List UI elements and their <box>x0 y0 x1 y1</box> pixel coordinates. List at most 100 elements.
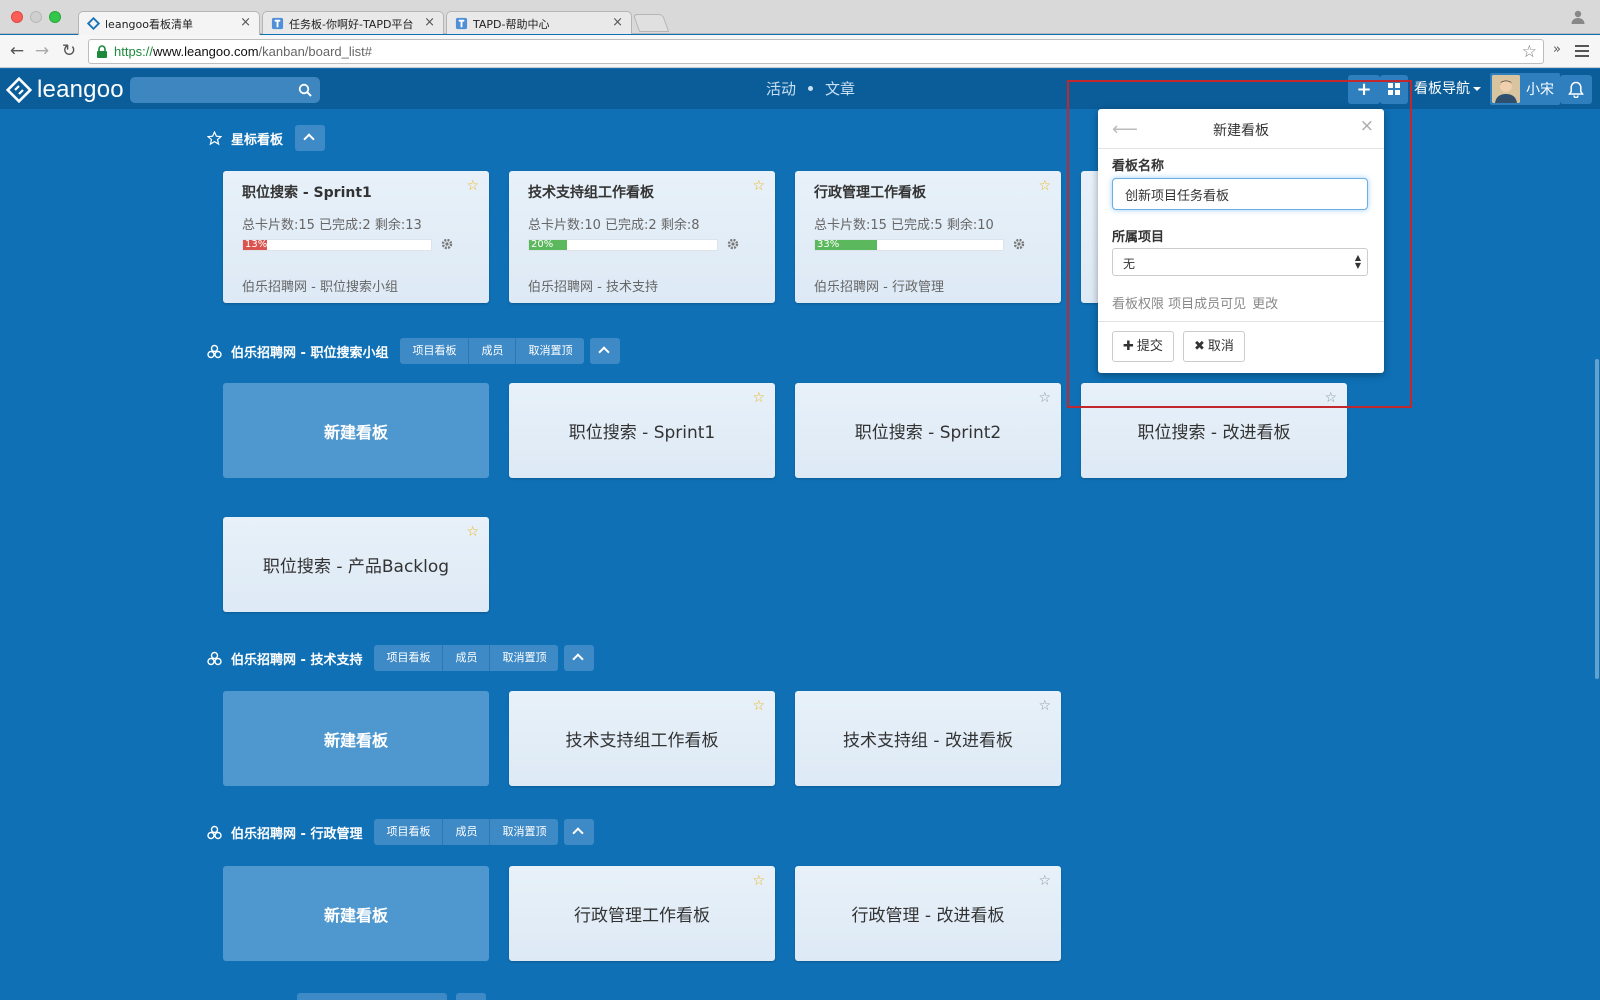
url-text: https://www.leangoo.com/kanban/board_lis… <box>114 44 372 59</box>
popover-title: 新建看板 <box>1213 123 1269 139</box>
search-box <box>130 77 320 103</box>
board-stats: 总卡片数:10 已完成:2 剩余:8 <box>528 218 700 233</box>
notifications-button[interactable] <box>1560 75 1592 104</box>
star-filled-icon[interactable]: ☆ <box>752 698 765 714</box>
close-icon[interactable]: × <box>1360 116 1374 136</box>
project-select-value: 无 <box>1123 257 1136 271</box>
board-name-label: 看板名称 <box>1112 159 1165 174</box>
nav-articles-link[interactable]: 文章 <box>825 78 855 99</box>
board-card[interactable]: 职位搜索 - Sprint2 ☆ <box>795 383 1061 478</box>
browser-tab-tapd-help[interactable]: TAPD-帮助中心 × <box>446 11 632 34</box>
collapse-button[interactable] <box>564 819 595 845</box>
collapse-button[interactable] <box>564 645 595 671</box>
scrollbar-thumb[interactable] <box>1595 359 1599 679</box>
profile-icon[interactable] <box>1570 9 1586 25</box>
star-outline-icon[interactable]: ☆ <box>1038 390 1051 406</box>
search-icon[interactable] <box>298 83 312 97</box>
board-card[interactable]: 技术支持组 - 改进看板 ☆ <box>795 691 1061 786</box>
bell-icon <box>1568 81 1584 99</box>
starred-board-card[interactable]: 技术支持组工作看板 ☆ 总卡片数:10 已完成:2 剩余:8 20% 伯乐招聘网… <box>509 171 775 303</box>
project-select[interactable]: 无 ▲ ▼ <box>1112 248 1368 276</box>
star-filled-icon[interactable]: ☆ <box>752 390 765 406</box>
board-stats: 总卡片数:15 已完成:2 剩余:13 <box>242 218 422 233</box>
star-outline-icon[interactable]: ☆ <box>1038 873 1051 889</box>
board-card[interactable]: 职位搜索 - Sprint1 ☆ <box>509 383 775 478</box>
browser-tab-leangoo[interactable]: leangoo看板清单 × <box>78 11 260 35</box>
leangoo-logo[interactable]: leangoo <box>6 75 124 105</box>
browser-menu-icon[interactable] <box>1575 45 1589 57</box>
url-field[interactable]: https://www.leangoo.com/kanban/board_lis… <box>88 39 1544 64</box>
board-title: 技术支持组工作看板 <box>565 731 719 751</box>
collapse-button[interactable] <box>590 338 621 364</box>
project-boards-button[interactable]: 项目看板 <box>374 645 444 671</box>
submit-button[interactable]: ✚ 提交 <box>1112 331 1174 362</box>
gear-icon[interactable] <box>441 238 453 250</box>
new-tab-button[interactable] <box>632 14 670 32</box>
unpin-button[interactable]: 取消置顶 <box>490 819 558 845</box>
avatar <box>1492 75 1520 103</box>
nav-separator-dot <box>808 86 814 91</box>
new-board-card[interactable]: 新建看板 <box>223 866 489 961</box>
nav-activity-link[interactable]: 活动 <box>766 78 796 99</box>
tab-close-icon[interactable]: × <box>424 15 435 30</box>
browser-tabbar: leangoo看板清单 × 任务板-你啊好-TAPD平台 × TAPD-帮助中心… <box>0 0 1600 35</box>
starred-board-card[interactable]: 职位搜索 - Sprint1 ☆ 总卡片数:15 已完成:2 剩余:13 13%… <box>223 171 489 303</box>
window-zoom-button[interactable] <box>49 11 61 23</box>
window-minimize-button[interactable] <box>30 11 42 23</box>
window-close-button[interactable] <box>11 11 23 23</box>
section-button-group: 项目看板 成员 取消置顶 <box>374 645 559 671</box>
back-arrow-icon[interactable]: ← <box>8 42 26 60</box>
star-filled-icon[interactable]: ☆ <box>466 178 479 194</box>
chevron-up-icon <box>572 827 585 839</box>
permission-info: 看板权限 项目成员可见 更改 <box>1112 293 1278 312</box>
change-permission-link[interactable]: 更改 <box>1252 297 1278 312</box>
tab-close-icon[interactable]: × <box>612 15 623 30</box>
new-board-card[interactable]: 新建看板 <box>223 691 489 786</box>
starred-section-header: 星标看板 <box>207 124 326 152</box>
gear-icon[interactable] <box>1013 238 1025 250</box>
project-boards-button[interactable]: 项目看板 <box>374 819 444 845</box>
star-filled-icon[interactable]: ☆ <box>752 873 765 889</box>
new-board-label: 新建看板 <box>323 422 388 442</box>
next-section-collapse-partial <box>456 993 486 1000</box>
project-section-header: 伯乐招聘网 - 技术支持 项目看板 成员 取消置顶 <box>207 644 595 672</box>
members-button[interactable]: 成员 <box>469 338 517 364</box>
browser-tab-tapd-task[interactable]: 任务板-你啊好-TAPD平台 × <box>262 11 444 34</box>
cancel-label: 取消 <box>1207 339 1234 354</box>
star-filled-icon[interactable]: ☆ <box>752 178 765 194</box>
star-filled-icon[interactable]: ☆ <box>466 524 479 540</box>
collapse-button[interactable] <box>295 125 326 151</box>
reload-icon[interactable]: ↻ <box>60 42 78 60</box>
forward-arrow-icon[interactable]: → <box>33 42 51 60</box>
members-button[interactable]: 成员 <box>443 819 491 845</box>
chevron-up-icon <box>572 653 585 665</box>
unpin-button[interactable]: 取消置顶 <box>516 338 584 364</box>
project-boards-button[interactable]: 项目看板 <box>400 338 470 364</box>
bookmark-star-icon[interactable]: ☆ <box>1522 42 1537 62</box>
board-card[interactable]: 职位搜索 - 产品Backlog ☆ <box>223 517 489 612</box>
extensions-overflow-icon[interactable]: » <box>1553 42 1561 57</box>
members-button[interactable]: 成员 <box>443 645 491 671</box>
board-card[interactable]: 技术支持组工作看板 ☆ <box>509 691 775 786</box>
board-nav-dropdown[interactable]: 看板导航 <box>1410 75 1485 104</box>
board-name-input[interactable] <box>1112 178 1368 210</box>
star-filled-icon[interactable]: ☆ <box>1038 178 1051 194</box>
board-card[interactable]: 行政管理工作看板 ☆ <box>509 866 775 961</box>
search-input[interactable] <box>130 77 290 103</box>
new-board-card[interactable]: 新建看板 <box>223 383 489 478</box>
board-card[interactable]: 行政管理 - 改进看板 ☆ <box>795 866 1061 961</box>
star-outline-icon[interactable]: ☆ <box>1038 698 1051 714</box>
url-scheme: https:// <box>114 44 154 59</box>
section-title: 星标看板 <box>231 132 284 148</box>
tab-label: TAPD-帮助中心 <box>473 18 550 31</box>
cancel-button[interactable]: ✖ 取消 <box>1183 331 1245 362</box>
unpin-button[interactable]: 取消置顶 <box>490 645 558 671</box>
gear-icon[interactable] <box>727 238 739 250</box>
user-menu[interactable]: 小宋 <box>1490 73 1560 105</box>
section-button-group: 项目看板 成员 取消置顶 <box>400 338 585 364</box>
starred-board-card[interactable]: 行政管理工作看板 ☆ 总卡片数:15 已完成:5 剩余:10 33% 伯乐招聘网… <box>795 171 1061 303</box>
board-title: 行政管理 - 改进看板 <box>851 906 1005 926</box>
board-title: 职位搜索 - 产品Backlog <box>262 557 450 577</box>
tab-close-icon[interactable]: × <box>240 15 251 30</box>
page-scrollbar[interactable] <box>1594 109 1600 1000</box>
